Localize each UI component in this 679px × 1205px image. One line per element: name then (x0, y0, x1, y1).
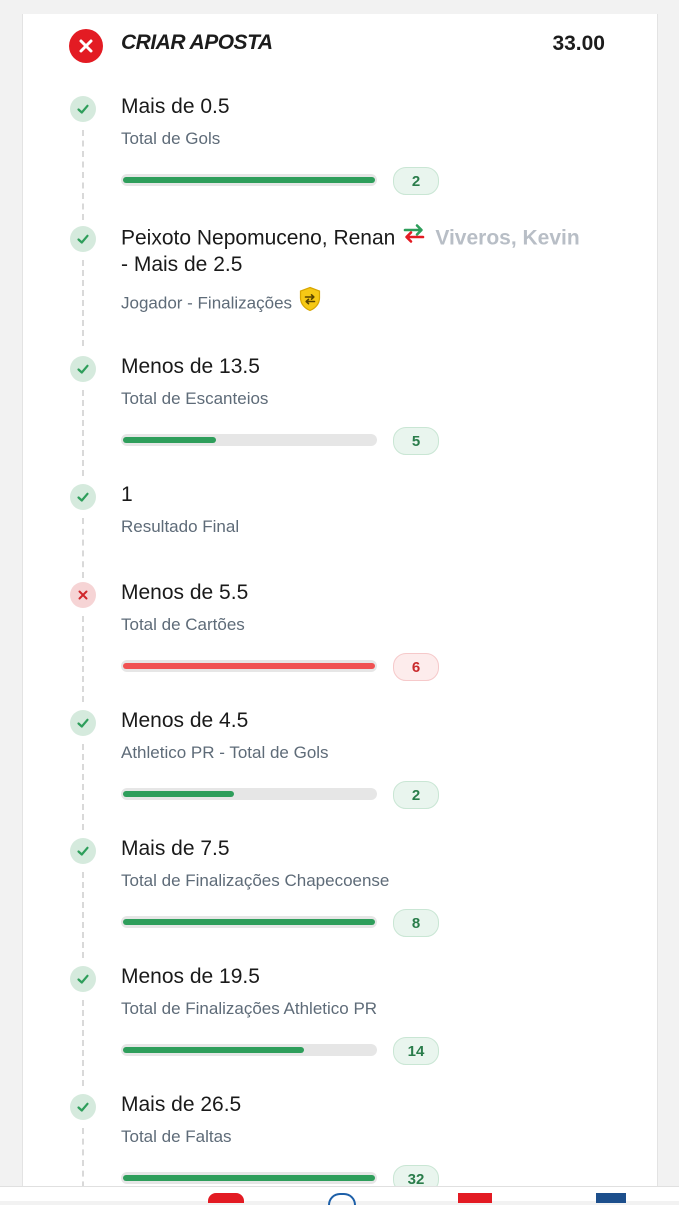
bet-lost-icon (69, 29, 103, 63)
leg-title: Menos de 19.5 (121, 965, 260, 988)
leg-connector (82, 1000, 84, 1086)
leg-subtitle: Total de Finalizações Chapecoense (121, 871, 390, 890)
shield-swap-icon (298, 286, 322, 318)
progress-bar (121, 660, 377, 672)
leg-connector (82, 872, 84, 958)
progress-fill (123, 1175, 375, 1181)
progress-bar (121, 1172, 377, 1184)
progress-bar (121, 788, 377, 800)
progress-fill (123, 437, 216, 443)
leg-subtitle: Athletico PR - Total de Gols (121, 743, 329, 762)
progress-bar (121, 1044, 377, 1056)
bet-card: CRIAR APOSTA 33.00 Mais de 0.5 Total de … (22, 14, 658, 1200)
leg-subtitle-row: Jogador - Finalizações (121, 286, 322, 320)
leg-title: Mais de 7.5 (121, 837, 230, 860)
stat-value-pill: 14 (393, 1037, 439, 1065)
check-icon (70, 484, 96, 510)
nav-search-icon[interactable] (328, 1193, 356, 1205)
nav-home-icon[interactable] (208, 1193, 244, 1203)
stat-value-pill: 2 (393, 167, 439, 195)
player-name-alt: Viveros, Kevin (435, 226, 580, 250)
check-icon (70, 356, 96, 382)
bet-header[interactable]: CRIAR APOSTA 33.00 (23, 14, 657, 74)
nav-account-icon[interactable] (596, 1193, 626, 1203)
check-icon (70, 966, 96, 992)
leg-subtitle: Total de Cartões (121, 615, 245, 634)
leg-subtitle: Total de Faltas (121, 1127, 232, 1146)
stat-value-pill: 8 (393, 909, 439, 937)
leg-subtitle: Resultado Final (121, 517, 240, 536)
leg-title: Mais de 0.5 (121, 95, 230, 118)
progress-fill (123, 177, 375, 183)
check-icon (70, 96, 96, 122)
nav-bets-icon[interactable] (458, 1193, 492, 1203)
progress-bar (121, 916, 377, 928)
leg-connector (82, 130, 84, 220)
cross-icon (70, 582, 96, 608)
check-icon (70, 710, 96, 736)
progress-fill (123, 791, 234, 797)
leg-connector (82, 518, 84, 578)
stat-value-pill: 5 (393, 427, 439, 455)
progress-bar (121, 434, 377, 446)
player-name-main: Peixoto Nepomuceno, Renan (121, 226, 396, 250)
leg-subtitle: Total de Finalizações Athletico PR (121, 999, 378, 1018)
leg-connector (82, 260, 84, 346)
leg-subtitle: Jogador - Finalizações (121, 293, 293, 313)
leg-title: Mais de 26.5 (121, 1093, 242, 1116)
check-icon (70, 1094, 96, 1120)
leg-connector (82, 390, 84, 476)
player-swap-icon[interactable] (401, 221, 427, 253)
leg-title: Menos de 13.5 (121, 355, 260, 378)
stat-value-pill: 6 (393, 653, 439, 681)
leg-connector (82, 616, 84, 702)
bet-odds: 33.00 (552, 32, 605, 55)
check-icon (70, 838, 96, 864)
check-icon (70, 226, 96, 252)
leg-subtitle: Total de Gols (121, 129, 221, 148)
progress-fill (123, 919, 375, 925)
leg-title: Menos de 4.5 (121, 709, 249, 732)
leg-title-line2: - Mais de 2.5 (121, 253, 243, 276)
progress-fill (123, 1047, 304, 1053)
leg-connector (82, 744, 84, 830)
leg-title: Menos de 5.5 (121, 581, 249, 604)
bottom-nav (0, 1186, 679, 1205)
stat-value-pill: 2 (393, 781, 439, 809)
bet-title: CRIAR APOSTA (121, 31, 273, 54)
progress-fill (123, 663, 375, 669)
leg-subtitle: Total de Escanteios (121, 389, 269, 408)
progress-bar (121, 174, 377, 186)
leg-title: 1 (121, 483, 133, 506)
